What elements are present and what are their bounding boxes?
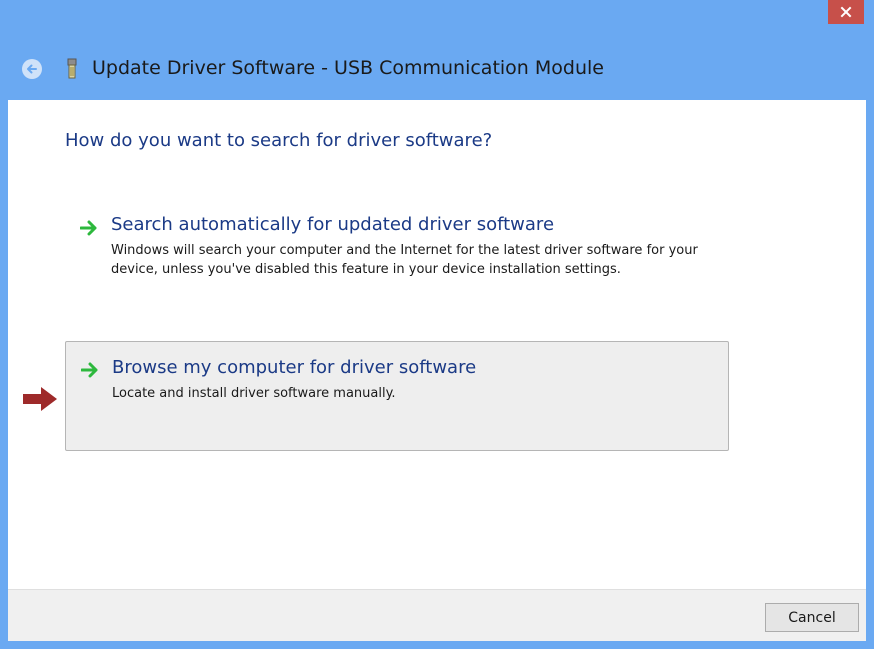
close-icon	[840, 6, 852, 18]
dialog-footer: Cancel	[8, 589, 866, 641]
option-title: Search automatically for updated driver …	[111, 214, 555, 235]
dialog-header: Update Driver Software - USB Communicati…	[0, 38, 874, 100]
browse-computer-option[interactable]: Browse my computer for driver software L…	[65, 341, 729, 451]
option-title: Browse my computer for driver software	[112, 357, 477, 378]
back-button[interactable]	[22, 59, 42, 79]
cancel-button[interactable]: Cancel	[765, 603, 859, 632]
dialog-title: Update Driver Software - USB Communicati…	[92, 57, 604, 79]
title-bar[interactable]	[0, 0, 874, 38]
dialog-content: How do you want to search for driver sof…	[8, 100, 866, 589]
option-description: Windows will search your computer and th…	[111, 243, 698, 277]
update-driver-window: Update Driver Software - USB Communicati…	[0, 0, 874, 649]
green-arrow-icon	[80, 220, 97, 236]
back-arrow-icon	[27, 64, 37, 74]
search-automatically-option[interactable]: Search automatically for updated driver …	[65, 204, 729, 324]
option-description: Locate and install driver software manua…	[112, 386, 396, 401]
page-question: How do you want to search for driver sof…	[65, 130, 493, 151]
close-button[interactable]	[828, 0, 864, 24]
usb-device-icon	[67, 58, 77, 79]
red-pointer-arrow-icon	[23, 387, 57, 411]
green-arrow-icon	[81, 362, 98, 378]
